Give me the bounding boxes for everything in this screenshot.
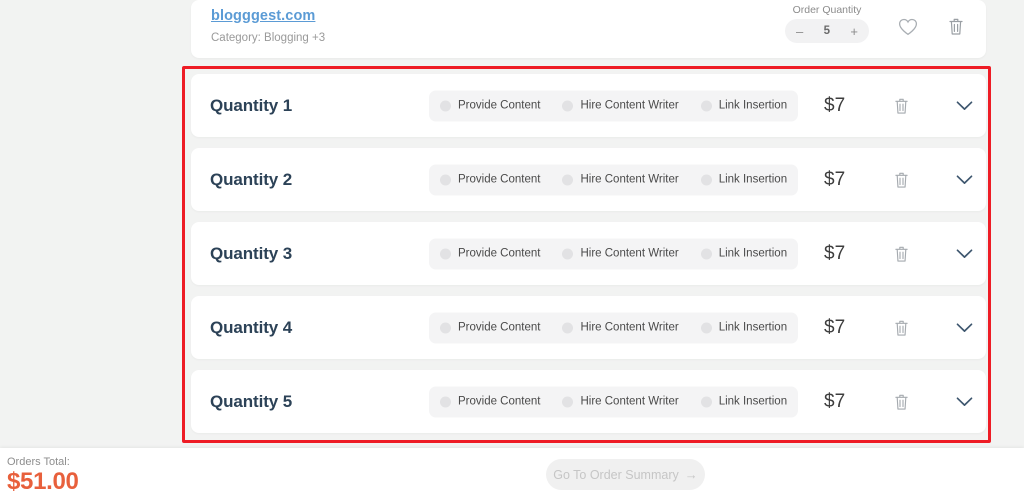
content-column: blogggest.com Category: Blogging +3 Orde… (191, 0, 986, 58)
option-3[interactable]: Link Insertion (700, 321, 788, 334)
page-scroll-area: blogggest.com Category: Blogging +3 Orde… (0, 0, 1024, 452)
site-domain-link[interactable]: blogggest.com (211, 8, 315, 24)
radio-icon[interactable] (440, 100, 451, 111)
quantity-row-price: $7 (824, 242, 846, 264)
option-label: Hire Content Writer (580, 321, 679, 334)
option-label: Provide Content (458, 247, 541, 260)
option-label: Hire Content Writer (580, 173, 679, 186)
option-2[interactable]: Hire Content Writer (562, 173, 679, 186)
option-1[interactable]: Provide Content (440, 100, 540, 112)
option-2[interactable]: Hire Content Writer (562, 321, 679, 334)
quantity-increment-button[interactable]: + (850, 25, 858, 38)
option-label: Hire Content Writer (580, 247, 679, 260)
chevron-down-icon[interactable] (956, 100, 973, 111)
cta-label: Go To Order Summary (553, 467, 679, 482)
trash-icon[interactable] (894, 97, 909, 115)
option-label: Provide Content (458, 99, 541, 112)
content-type-options: Provide Content Hire Content Writer Link I… (429, 90, 799, 121)
radio-icon[interactable] (700, 322, 712, 333)
content-type-options: Provide Content Hire Content Writer Link I… (429, 386, 799, 417)
option-label: Link Insertion (718, 99, 788, 112)
radio-icon[interactable] (440, 174, 451, 185)
orders-total-label: Orders Total: (7, 456, 70, 468)
option-1[interactable]: Provide Content (440, 174, 540, 186)
arrow-right-icon: → (684, 467, 698, 482)
option-1[interactable]: Provide Content (440, 396, 540, 408)
radio-icon[interactable] (562, 174, 574, 185)
quantity-row-title: Quantity 1 (210, 95, 293, 115)
heart-icon[interactable] (898, 18, 918, 36)
quantity-value: 5 (823, 25, 831, 37)
orders-total-value: $51.00 (7, 468, 79, 495)
chevron-down-icon[interactable] (956, 248, 973, 259)
quantity-row: Quantity 2 Provide Content Hire Content Wr… (191, 148, 986, 211)
radio-icon[interactable] (440, 396, 451, 407)
radio-icon[interactable] (440, 322, 451, 333)
option-2[interactable]: Hire Content Writer (562, 247, 679, 260)
content-type-options: Provide Content Hire Content Writer Link I… (429, 164, 799, 195)
quantity-row-price: $7 (824, 168, 846, 190)
radio-icon[interactable] (440, 248, 451, 259)
site-card: blogggest.com Category: Blogging +3 Orde… (191, 0, 986, 58)
option-label: Link Insertion (718, 395, 788, 408)
option-label: Provide Content (458, 321, 541, 334)
quantity-row-price: $7 (824, 94, 846, 116)
quantity-row: Quantity 4 Provide Content Hire Content Wr… (191, 296, 986, 359)
quantity-row: Quantity 5 Provide Content Hire Content Wr… (191, 370, 986, 433)
option-1[interactable]: Provide Content (440, 248, 540, 260)
option-label: Provide Content (458, 173, 541, 186)
go-to-order-summary-button[interactable]: Go To Order Summary → (546, 459, 705, 490)
trash-icon[interactable] (894, 171, 909, 189)
radio-icon[interactable] (700, 174, 712, 185)
option-3[interactable]: Link Insertion (700, 173, 788, 186)
order-quantity-group: Order Quantity – 5 + (785, 4, 869, 43)
radio-icon[interactable] (700, 100, 712, 111)
radio-icon[interactable] (562, 396, 574, 407)
quantity-row-title: Quantity 5 (210, 391, 293, 411)
option-2[interactable]: Hire Content Writer (562, 99, 679, 112)
content-type-options: Provide Content Hire Content Writer Link I… (429, 312, 799, 343)
quantity-row-title: Quantity 2 (210, 169, 293, 189)
option-3[interactable]: Link Insertion (700, 99, 788, 112)
option-3[interactable]: Link Insertion (700, 247, 788, 260)
content-type-options: Provide Content Hire Content Writer Link I… (429, 238, 799, 269)
radio-icon[interactable] (700, 396, 712, 407)
footer-bar: Orders Total: $51.00 Go To Order Summary… (0, 448, 1024, 500)
radio-icon[interactable] (562, 100, 574, 111)
option-label: Link Insertion (718, 321, 788, 334)
option-label: Hire Content Writer (580, 99, 679, 112)
quantity-row: Quantity 3 Provide Content Hire Content Wr… (191, 222, 986, 285)
order-quantity-label: Order Quantity (792, 4, 862, 16)
quantity-stepper[interactable]: – 5 + (785, 19, 869, 43)
option-label: Hire Content Writer (580, 395, 679, 408)
chevron-down-icon[interactable] (956, 174, 973, 185)
site-category-label: Category: Blogging +3 (211, 32, 326, 44)
trash-icon[interactable] (894, 245, 909, 263)
option-3[interactable]: Link Insertion (700, 395, 788, 408)
trash-icon[interactable] (894, 319, 909, 337)
quantity-row-price: $7 (824, 390, 846, 412)
quantity-row-price: $7 (824, 316, 846, 338)
quantity-row: Quantity 1 Provide Content Hire Content Wr… (191, 74, 986, 137)
trash-icon[interactable] (948, 17, 964, 36)
chevron-down-icon[interactable] (956, 322, 973, 333)
quantity-row-title: Quantity 4 (210, 317, 293, 337)
quantity-row-title: Quantity 3 (210, 243, 293, 263)
option-2[interactable]: Hire Content Writer (562, 395, 679, 408)
radio-icon[interactable] (700, 248, 712, 259)
radio-icon[interactable] (562, 322, 574, 333)
option-label: Provide Content (458, 395, 541, 408)
trash-icon[interactable] (894, 393, 909, 411)
option-1[interactable]: Provide Content (440, 322, 540, 334)
radio-icon[interactable] (562, 248, 574, 259)
quantity-decrement-button[interactable]: – (796, 25, 803, 38)
option-label: Link Insertion (718, 247, 788, 260)
option-label: Link Insertion (718, 173, 788, 186)
chevron-down-icon[interactable] (956, 396, 973, 407)
quantity-rows-list: Quantity 1 Provide Content Hire Content Wr… (191, 74, 986, 444)
